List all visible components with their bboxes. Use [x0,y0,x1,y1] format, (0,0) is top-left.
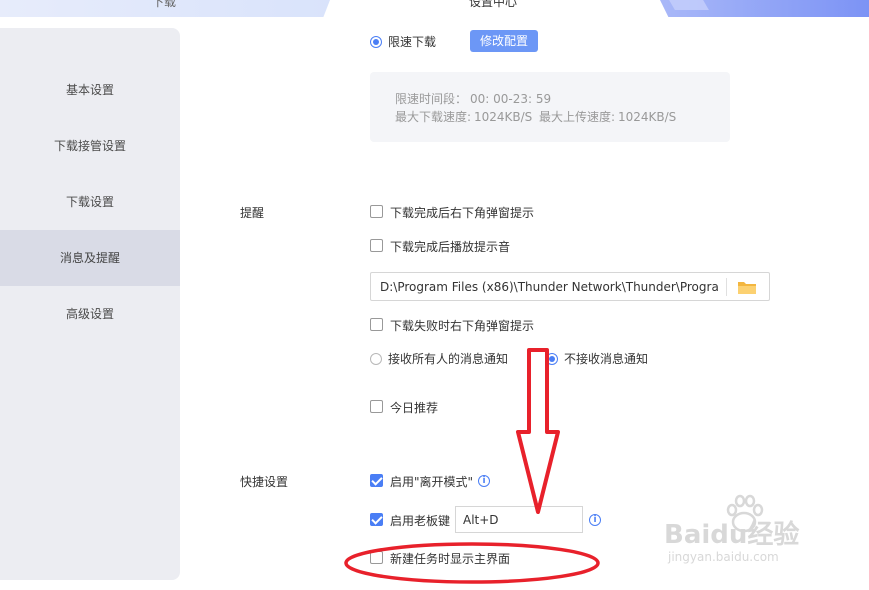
time-range-value: 00: 00-23: 59 [470,92,552,106]
boss-key-hotkey-value: Alt+D [463,513,499,527]
sound-path-value: D:\Program Files (x86)\Thunder Network\T… [380,280,718,294]
path-field-divider [726,278,727,296]
modify-config-button[interactable]: 修改配置 [470,30,538,52]
sidebar-item-download-takeover[interactable]: 下载接管设置 [0,118,180,174]
away-mode-checkbox[interactable] [370,474,383,487]
notify-none-radio[interactable] [546,353,558,365]
tab-download-label[interactable]: 下载 [152,0,176,9]
away-mode-label: 启用"离开模式" [390,475,474,489]
daily-recommend-label: 今日推荐 [390,401,439,415]
max-upload-value: 1024KB/S [618,110,677,124]
popup-on-fail-checkbox[interactable] [370,318,383,331]
folder-icon[interactable] [737,279,757,295]
boss-key-hotkey-input[interactable]: Alt+D [455,506,583,533]
away-mode-info-icon[interactable]: i [478,475,490,487]
sidebar-item-messages-reminders[interactable]: 消息及提醒 [0,230,180,286]
show-main-on-new-task-label: 新建任务时显示主界面 [390,552,511,566]
notify-all-label: 接收所有人的消息通知 [388,352,509,366]
boss-key-info-icon[interactable]: i [589,514,601,526]
tab-bar: 下载 设置中心 [0,0,869,17]
boss-key-checkbox[interactable] [370,513,383,526]
notify-all-radio[interactable] [370,353,382,365]
tab-settings-label[interactable]: 设置中心 [469,0,517,9]
sidebar-item-advanced-settings[interactable]: 高级设置 [0,286,180,342]
show-main-on-new-task-checkbox[interactable] [370,551,383,564]
settings-sidebar: 基本设置 下载接管设置 下载设置 消息及提醒 高级设置 [0,28,180,580]
time-range-label: 限速时间段： [395,92,468,106]
watermark-url: jingyan.baidu.com [668,550,779,564]
boss-key-label: 启用老板键 [390,514,451,528]
max-download-value: 1024KB/S [474,110,533,124]
sidebar-item-download-settings[interactable]: 下载设置 [0,174,180,230]
speed-limit-info-panel: 限速时间段： 00: 00-23: 59 最大下载速度: 1024KB/S 最大… [370,72,730,142]
baidu-watermark: Baidu经验 jingyan.baidu.com [664,492,864,572]
daily-recommend-checkbox[interactable] [370,400,383,413]
max-download-label: 最大下载速度: [395,110,472,124]
notify-none-label: 不接收消息通知 [564,352,649,366]
speed-limit-radio[interactable] [370,36,382,48]
sound-on-complete-label: 下载完成后播放提示音 [390,240,511,254]
watermark-brand: Baidu经验 [664,520,800,550]
tab-right-highlight [669,0,709,10]
shortcuts-section-label: 快捷设置 [240,475,289,489]
popup-on-fail-label: 下载失败时右下角弹窗提示 [390,319,535,333]
max-upload-label: 最大上传速度: [539,110,616,124]
sound-on-complete-checkbox[interactable] [370,239,383,252]
popup-on-complete-label: 下载完成后右下角弹窗提示 [390,206,535,220]
popup-on-complete-checkbox[interactable] [370,205,383,218]
reminders-section-label: 提醒 [240,206,265,220]
sidebar-item-basic-settings[interactable]: 基本设置 [0,62,180,118]
speed-limit-label: 限速下载 [388,35,437,49]
sound-path-field[interactable]: D:\Program Files (x86)\Thunder Network\T… [370,272,770,301]
annotation-arrow [516,348,560,514]
